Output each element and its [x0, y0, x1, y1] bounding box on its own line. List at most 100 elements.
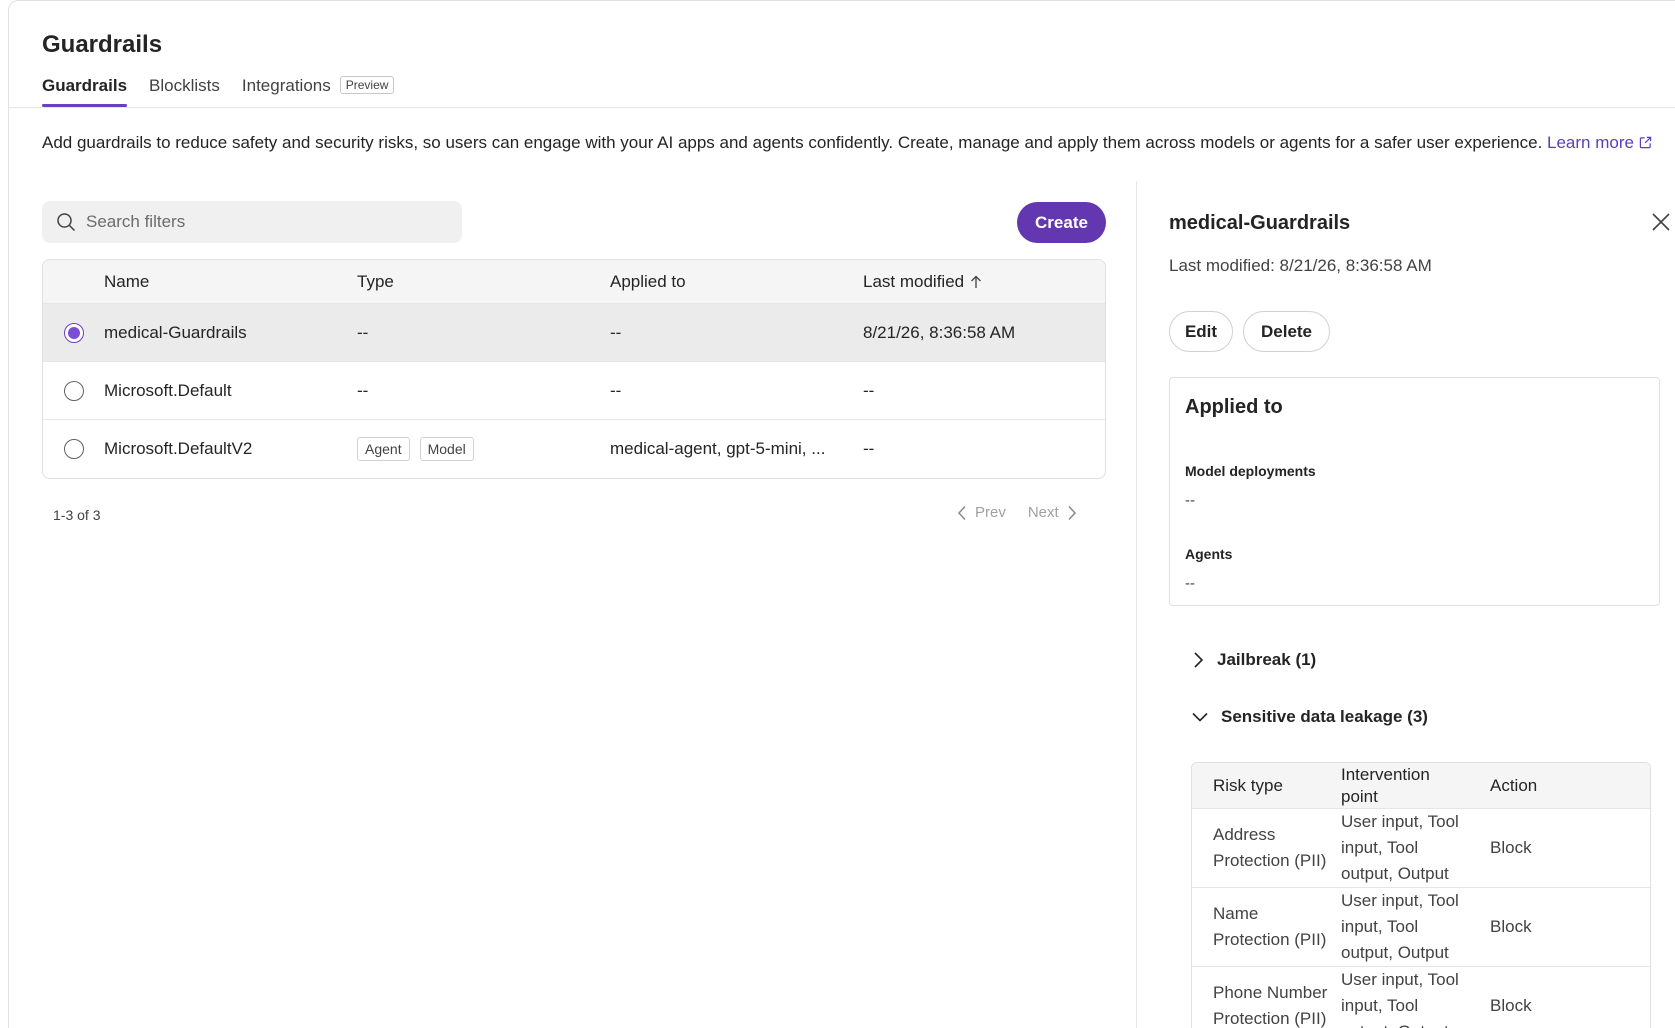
pagination: Prev Next: [957, 504, 1099, 521]
page-title: Guardrails: [42, 31, 163, 58]
risk-type-cell: Address Protection (PII): [1192, 822, 1341, 874]
model-deployments-value: --: [1185, 492, 1195, 509]
close-icon[interactable]: [1650, 211, 1672, 233]
risk-type-line2: Protection (PII): [1213, 930, 1327, 949]
risk-type-cell: Name Protection (PII): [1192, 901, 1341, 953]
row-radio[interactable]: [63, 439, 84, 459]
header-modified-label: Last modified: [863, 271, 965, 291]
app-frame: Guardrails Guardrails Blocklists Integra…: [8, 0, 1675, 1028]
model-deployments-label: Model deployments: [1185, 463, 1316, 479]
tab-blocklists[interactable]: Blocklists: [149, 73, 220, 107]
header-name[interactable]: Name: [104, 272, 357, 292]
section-jailbreak-label: Jailbreak (1): [1217, 650, 1317, 669]
table-row: Name Protection (PII) User input, Tool inp…: [1192, 888, 1650, 967]
row-select-cell: [43, 439, 104, 459]
intervention-line1: User input, Tool: [1341, 891, 1459, 910]
tab-bar: Guardrails Blocklists Integrations Previe…: [42, 73, 416, 107]
intro-description: Add guardrails to reduce safety and secu…: [42, 133, 1548, 152]
header-modified[interactable]: Last modified: [863, 272, 1105, 292]
learn-more-label: Learn more: [1547, 133, 1634, 152]
header-intervention: Intervention point: [1341, 764, 1490, 808]
section-sensitive-data-label: Sensitive data leakage (3): [1221, 707, 1428, 726]
risk-type-line2: Protection (PII): [1213, 851, 1327, 870]
row-name: Microsoft.DefaultV2: [104, 439, 253, 458]
applied-to-card: Applied to Model deployments -- Agents -…: [1169, 377, 1660, 606]
header-action: Action: [1490, 775, 1538, 795]
row-modified: --: [863, 380, 875, 400]
risk-type-line1: Name: [1213, 904, 1259, 923]
row-applied: --: [610, 322, 622, 342]
next-button[interactable]: Next: [1028, 504, 1077, 521]
row-radio[interactable]: [63, 380, 84, 401]
header-intervention-line1: Intervention: [1341, 764, 1430, 784]
intervention-line2: input, Tool: [1341, 838, 1419, 857]
row-applied: medical-agent, gpt-5-mini, ...: [610, 439, 826, 458]
header-risk-type: Risk type: [1213, 775, 1283, 795]
intervention-line1: User input, Tool: [1341, 970, 1459, 989]
row-type-value: --: [357, 380, 369, 400]
section-sensitive-data[interactable]: Sensitive data leakage (3): [1191, 707, 1428, 727]
row-name: medical-Guardrails: [104, 322, 247, 342]
guardrails-table: Name Type Applied to Last modified medic…: [42, 259, 1106, 479]
action-cell: Block: [1490, 917, 1532, 936]
risk-type-cell: Phone Number Protection (PII): [1192, 980, 1341, 1028]
prev-button[interactable]: Prev: [957, 504, 1006, 521]
agents-label: Agents: [1185, 546, 1233, 562]
create-button[interactable]: Create: [1017, 202, 1106, 243]
tab-guardrails[interactable]: Guardrails: [42, 73, 128, 107]
table-header: Name Type Applied to Last modified: [43, 260, 1105, 304]
learn-more-link[interactable]: Learn more: [1547, 133, 1652, 152]
header-applied[interactable]: Applied to: [610, 272, 863, 292]
table-row: Address Protection (PII) User input, Tool…: [1192, 809, 1650, 888]
action-cell: Block: [1490, 838, 1532, 857]
prev-label: Prev: [975, 504, 1006, 521]
external-link-icon: [1639, 136, 1652, 149]
row-name: Microsoft.Default: [104, 380, 232, 400]
risk-table: Risk type Intervention point Action Addre…: [1191, 762, 1651, 1028]
panel-title: medical-Guardrails: [1169, 212, 1351, 234]
table-row[interactable]: Microsoft.Default -- -- --: [43, 362, 1105, 420]
intervention-line2: input, Tool: [1341, 996, 1419, 1015]
type-tag-model: Model: [419, 437, 474, 461]
search-input[interactable]: [86, 212, 446, 232]
row-type: --: [357, 381, 610, 401]
row-type: Agent Model: [357, 437, 610, 461]
search-box[interactable]: [42, 201, 462, 243]
intervention-line2: input, Tool: [1341, 917, 1419, 936]
intervention-cell: User input, Tool input, Tool output, Outpu…: [1341, 967, 1490, 1028]
action-cell: Block: [1490, 996, 1532, 1015]
row-modified: 8/21/26, 8:36:58 AM: [863, 322, 1016, 342]
tab-integrations[interactable]: Integrations Preview: [242, 73, 395, 107]
intervention-cell: User input, Tool input, Tool output, Outpu…: [1341, 809, 1490, 887]
tab-label: Integrations: [241, 76, 331, 95]
section-jailbreak[interactable]: Jailbreak (1): [1191, 650, 1316, 670]
chevron-down-icon: [1192, 712, 1208, 722]
table-row[interactable]: Microsoft.DefaultV2 Agent Model medical-…: [43, 420, 1105, 478]
risk-table-header: Risk type Intervention point Action: [1192, 763, 1650, 809]
intervention-cell: User input, Tool input, Tool output, Outpu…: [1341, 888, 1490, 966]
header-type-label: Type: [357, 271, 394, 291]
intervention-line1: User input, Tool: [1341, 812, 1459, 831]
panel-last-modified: Last modified: 8/21/26, 8:36:58 AM: [1169, 256, 1432, 275]
row-radio[interactable]: [63, 322, 84, 343]
edit-button[interactable]: Edit: [1169, 311, 1233, 352]
row-applied: --: [610, 380, 622, 400]
tabs-divider: [9, 107, 1675, 108]
chevron-left-icon: [957, 505, 966, 520]
chevron-right-icon: [1194, 652, 1204, 668]
chevron-right-icon: [1068, 505, 1076, 520]
risk-type-line1: Address: [1213, 825, 1276, 844]
row-type: --: [357, 323, 610, 343]
applied-to-title: Applied to: [1185, 396, 1283, 418]
header-intervention-line2: point: [1341, 786, 1378, 806]
intervention-line3: output, Output: [1341, 864, 1449, 883]
delete-button[interactable]: Delete: [1243, 311, 1330, 352]
row-modified: --: [863, 439, 875, 458]
table-row[interactable]: medical-Guardrails -- -- 8/21/26, 8:36:5…: [43, 304, 1105, 362]
header-type[interactable]: Type: [357, 272, 610, 292]
row-select-cell: [43, 380, 104, 401]
type-tag-agent: Agent: [357, 437, 410, 461]
agents-value: --: [1185, 575, 1195, 592]
tab-label: Blocklists: [149, 76, 220, 95]
risk-type-line1: Phone Number: [1213, 983, 1328, 1002]
